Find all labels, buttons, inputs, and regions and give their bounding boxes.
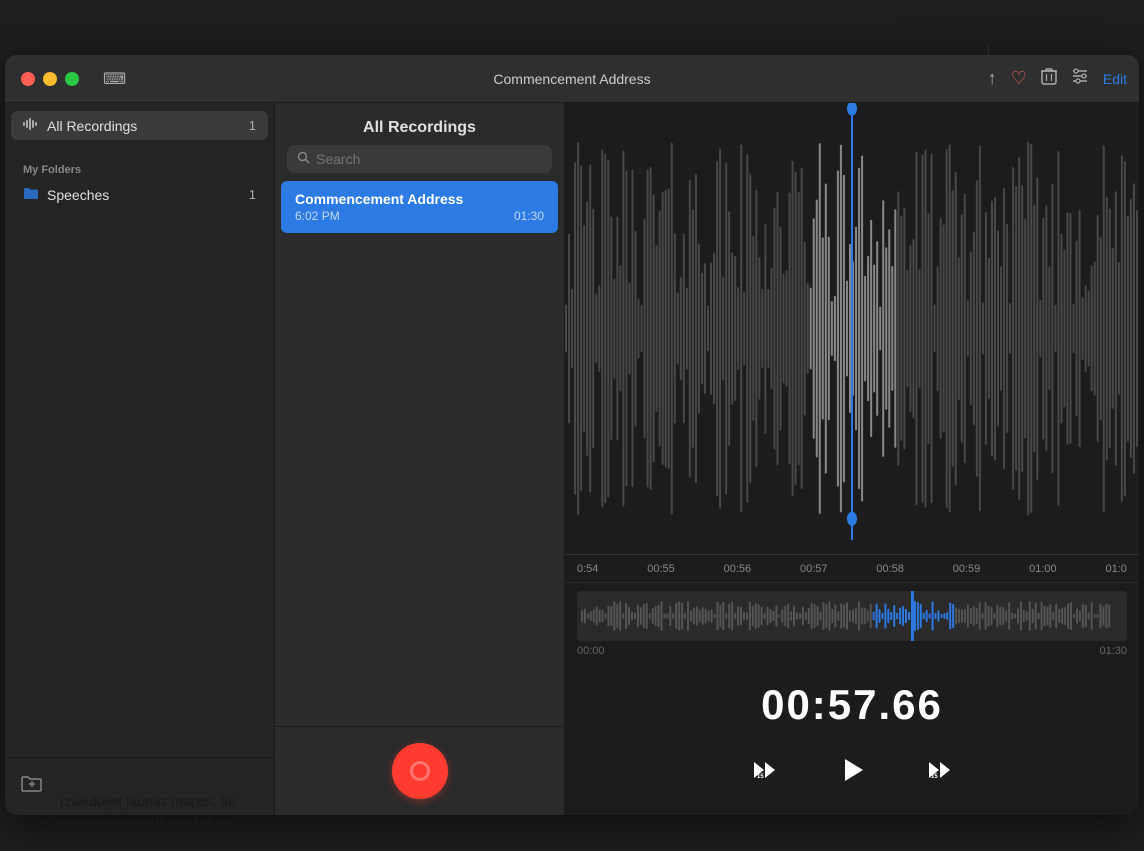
recording-time: 6:02 PM bbox=[295, 209, 340, 223]
ruler-label-6: 01:00 bbox=[1029, 563, 1057, 575]
overview-section: 00:00 01:30 bbox=[565, 582, 1139, 665]
titlebar-actions: ↑ ♡ bbox=[988, 67, 1127, 90]
sidebar-toggle-icon[interactable]: ⌨ bbox=[103, 69, 126, 89]
middle-panel-header: All Recordings bbox=[275, 103, 564, 145]
search-input[interactable] bbox=[316, 151, 542, 167]
close-button[interactable] bbox=[21, 72, 35, 86]
sidebar-item-all-recordings[interactable]: All Recordings 1 bbox=[11, 111, 268, 140]
traffic-lights bbox=[5, 72, 95, 86]
folder-icon bbox=[23, 186, 39, 203]
recording-duration: 01:30 bbox=[514, 209, 544, 223]
sidebar-all-recordings-section: All Recordings 1 bbox=[5, 103, 274, 148]
recording-title: Commencement Address bbox=[295, 191, 544, 207]
svg-text:15: 15 bbox=[757, 774, 764, 780]
play-button[interactable] bbox=[827, 745, 877, 795]
content-area: All Recordings 1 My Folders Speeches 1 bbox=[5, 103, 1139, 815]
window-title: Commencement Address bbox=[493, 71, 650, 87]
search-bar[interactable] bbox=[287, 145, 552, 173]
bottom-annotation: Izveidojiet jaunas mapes, lai organizētu… bbox=[60, 791, 235, 833]
playback-controls: 15 15 bbox=[565, 737, 1139, 815]
ruler-label-3: 00:57 bbox=[800, 563, 828, 575]
delete-button[interactable] bbox=[1041, 67, 1057, 90]
waveform-icon bbox=[23, 117, 39, 134]
timeline-ruler: 0:54 00:55 00:56 00:57 00:58 00:59 01:00… bbox=[565, 554, 1139, 582]
share-button[interactable]: ↑ bbox=[988, 68, 997, 89]
overview-time-labels: 00:00 01:30 bbox=[577, 645, 1127, 657]
main-window: ⌨ Commencement Address ↑ ♡ bbox=[5, 55, 1139, 815]
ruler-label-1: 00:55 bbox=[647, 563, 675, 575]
minimize-button[interactable] bbox=[43, 72, 57, 86]
timer-display: 00:57.66 bbox=[565, 665, 1139, 737]
timer-text: 00:57.66 bbox=[761, 681, 943, 728]
middle-panel: All Recordings Commencement Address 6:02… bbox=[275, 103, 565, 815]
speeches-label: Speeches bbox=[47, 187, 240, 203]
recording-list: Commencement Address 6:02 PM 01:30 bbox=[275, 181, 564, 726]
recording-meta: 6:02 PM 01:30 bbox=[295, 209, 544, 223]
sidebar-item-speeches[interactable]: Speeches 1 bbox=[11, 180, 268, 209]
my-folders-header: My Folders bbox=[5, 156, 274, 180]
record-button-inner bbox=[410, 761, 430, 781]
ruler-labels: 0:54 00:55 00:56 00:57 00:58 00:59 01:00… bbox=[577, 563, 1127, 575]
ruler-label-7: 01:0 bbox=[1106, 563, 1127, 575]
overview-end-time: 01:30 bbox=[1099, 645, 1127, 657]
all-recordings-label: All Recordings bbox=[47, 118, 240, 134]
sidebar-folders-section: My Folders Speeches 1 bbox=[5, 148, 274, 217]
options-button[interactable] bbox=[1071, 68, 1089, 89]
main-waveform-area bbox=[565, 103, 1139, 554]
svg-text:15: 15 bbox=[931, 774, 938, 780]
all-recordings-count: 1 bbox=[240, 118, 256, 133]
edit-button[interactable]: Edit bbox=[1103, 71, 1127, 87]
middle-bottom bbox=[275, 726, 564, 815]
right-panel: 0:54 00:55 00:56 00:57 00:58 00:59 01:00… bbox=[565, 103, 1139, 815]
forward-button[interactable]: 15 bbox=[917, 748, 961, 792]
top-annotation: Atzīmējiet ierakstus kā Favorites. bbox=[899, 10, 1104, 26]
left-sidebar: All Recordings 1 My Folders Speeches 1 bbox=[5, 103, 275, 815]
maximize-button[interactable] bbox=[65, 72, 79, 86]
new-folder-button[interactable] bbox=[17, 770, 47, 803]
overview-start-time: 00:00 bbox=[577, 645, 605, 657]
ruler-label-5: 00:59 bbox=[953, 563, 981, 575]
overview-waveform[interactable] bbox=[577, 591, 1127, 641]
speeches-count: 1 bbox=[240, 187, 256, 202]
ruler-label-2: 00:56 bbox=[724, 563, 752, 575]
titlebar: ⌨ Commencement Address ↑ ♡ bbox=[5, 55, 1139, 103]
record-button[interactable] bbox=[392, 743, 448, 799]
rewind-button[interactable]: 15 bbox=[743, 748, 787, 792]
favorite-button[interactable]: ♡ bbox=[1011, 68, 1027, 89]
search-icon bbox=[297, 151, 310, 167]
ruler-label-4: 00:58 bbox=[876, 563, 904, 575]
ruler-label-0: 0:54 bbox=[577, 563, 598, 575]
recording-item-commencement[interactable]: Commencement Address 6:02 PM 01:30 bbox=[281, 181, 558, 233]
